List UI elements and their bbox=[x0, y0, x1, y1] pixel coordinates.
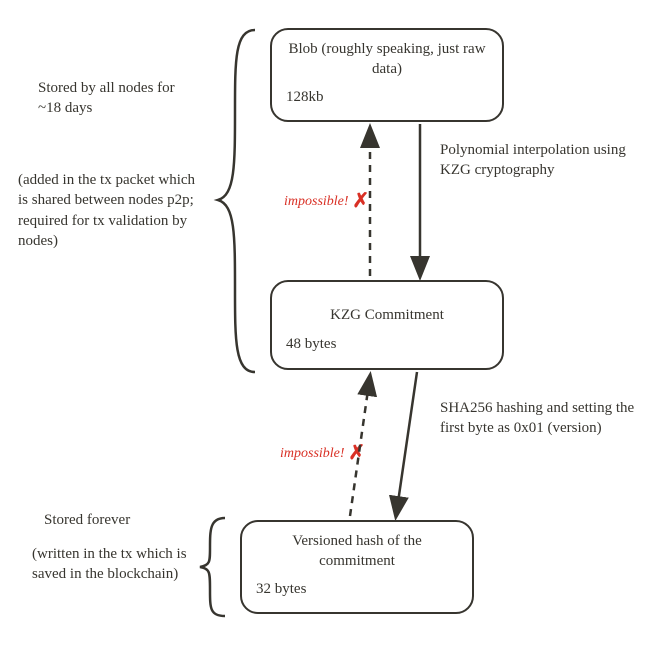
hash-size: 32 bytes bbox=[256, 581, 458, 598]
hash-title: Versioned hash of the commitment bbox=[256, 532, 458, 571]
kzg-size: 48 bytes bbox=[286, 336, 488, 353]
blob-size: 128kb bbox=[286, 89, 488, 106]
hash-box: Versioned hash of the commitment 32 byte… bbox=[240, 520, 474, 614]
top-brace bbox=[218, 30, 255, 372]
impossible-2-text: impossible! bbox=[280, 446, 345, 461]
impossible-1-text: impossible! bbox=[284, 194, 349, 209]
blob-title: Blob (roughly speaking, just raw data) bbox=[286, 40, 488, 79]
x-icon-1: ✗ bbox=[352, 188, 369, 215]
blob-box: Blob (roughly speaking, just raw data) 1… bbox=[270, 28, 504, 122]
bottom-bracket-text-1: Stored forever bbox=[44, 510, 204, 530]
arrow-kzg-to-hash bbox=[396, 372, 417, 516]
bottom-brace bbox=[200, 518, 225, 616]
kzg-box: KZG Commitment 48 bytes bbox=[270, 280, 504, 370]
top-bracket-text-2: (added in the tx packet which is shared … bbox=[18, 170, 208, 251]
x-icon-2: ✗ bbox=[348, 440, 365, 467]
impossible-1-group: impossible! ✗ bbox=[284, 186, 369, 213]
arrow-2-label: SHA256 hashing and setting the first byt… bbox=[440, 398, 650, 439]
bottom-bracket-text-2: (written in the tx which is saved in the… bbox=[32, 544, 202, 585]
arrow-1-label: Polynomial interpolation using KZG crypt… bbox=[440, 140, 640, 181]
kzg-title: KZG Commitment bbox=[286, 306, 488, 326]
top-bracket-text-1: Stored by all nodes for ~18 days bbox=[38, 78, 178, 119]
impossible-2-group: impossible! ✗ bbox=[280, 438, 365, 465]
